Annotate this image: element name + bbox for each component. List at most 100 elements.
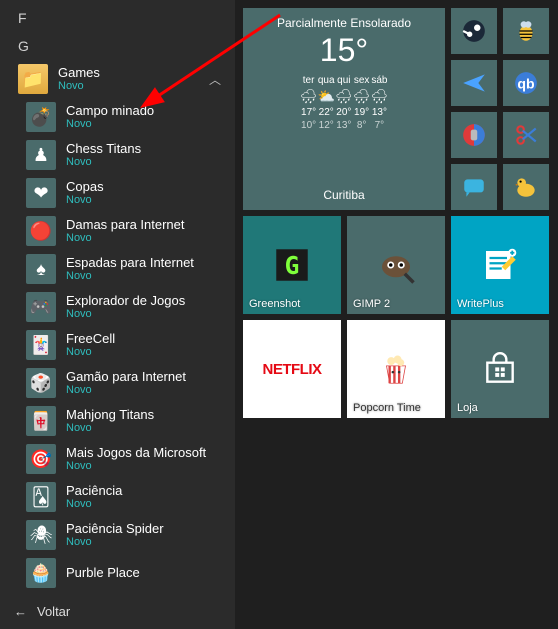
tile-plane[interactable] bbox=[451, 60, 497, 106]
weather-summary: Parcialmente Ensolarado bbox=[277, 16, 411, 30]
forecast-day: qui🌧20°13° bbox=[335, 75, 353, 131]
tile-snipping[interactable] bbox=[503, 112, 549, 158]
greenshot-icon: G bbox=[271, 244, 313, 286]
day-low: 7° bbox=[375, 120, 385, 131]
app-name: Paciência bbox=[66, 483, 122, 499]
app-name: Gamão para Internet bbox=[66, 369, 186, 385]
duck-icon bbox=[513, 174, 539, 200]
qbittorrent-icon: qb bbox=[513, 70, 539, 96]
back-button[interactable]: ← Voltar bbox=[0, 594, 235, 629]
app-name: Paciência Spider bbox=[66, 521, 164, 537]
netflix-logo: NETFLIX bbox=[263, 361, 322, 378]
app-item[interactable]: 🎮Explorador de JogosNovo bbox=[0, 288, 235, 326]
scissors-icon bbox=[513, 122, 539, 148]
app-item[interactable]: 🃏FreeCellNovo bbox=[0, 326, 235, 364]
chat-icon bbox=[461, 174, 487, 200]
svg-text:qb: qb bbox=[517, 75, 535, 91]
day-low: 12° bbox=[319, 120, 334, 131]
day-label: sáb bbox=[371, 75, 387, 86]
tile-duck[interactable] bbox=[503, 164, 549, 210]
app-icon: 🀄 bbox=[26, 406, 56, 436]
day-low: 8° bbox=[357, 120, 367, 131]
back-arrow-icon: ← bbox=[14, 604, 27, 619]
app-item[interactable]: ♟Chess TitansNovo bbox=[0, 136, 235, 174]
folder-icon: 📁 bbox=[18, 64, 48, 94]
tile-popcorn[interactable]: Popcorn Time bbox=[347, 320, 445, 418]
day-high: 19° bbox=[354, 107, 369, 118]
app-item[interactable]: 🧁Purble Place bbox=[0, 554, 235, 592]
tile-label: Loja bbox=[457, 402, 478, 414]
tile-qbittorrent[interactable]: qb bbox=[503, 60, 549, 106]
day-low: 10° bbox=[301, 120, 316, 131]
ccleaner-icon bbox=[461, 122, 487, 148]
tile-label: WritePlus bbox=[457, 298, 504, 310]
app-icon: 🎯 bbox=[26, 444, 56, 474]
day-high: 22° bbox=[319, 107, 334, 118]
bee-icon bbox=[513, 18, 539, 44]
forecast-day: qua⛅22°12° bbox=[318, 75, 335, 131]
forecast-day: sáb🌧13°7° bbox=[371, 75, 389, 131]
weather-icon: 🌧 bbox=[371, 88, 389, 105]
folder-sub: Novo bbox=[58, 80, 100, 93]
day-label: sex bbox=[354, 75, 370, 86]
app-name: Damas para Internet bbox=[66, 217, 185, 233]
tiles-area[interactable]: Parcialmente Ensolarado 15° ter🌧17°10°qu… bbox=[235, 0, 558, 629]
app-item[interactable]: 🎲Gamão para InternetNovo bbox=[0, 364, 235, 402]
app-item[interactable]: 🂡PaciênciaNovo bbox=[0, 478, 235, 516]
forecast-day: sex🌧19°8° bbox=[353, 75, 371, 131]
app-sub: Novo bbox=[66, 156, 141, 169]
app-icon: 🎲 bbox=[26, 368, 56, 398]
app-icon: 🕷 bbox=[26, 520, 56, 550]
app-sub: Novo bbox=[66, 308, 185, 321]
steam-icon bbox=[461, 18, 487, 44]
day-high: 20° bbox=[336, 107, 351, 118]
apps-list[interactable]: F G 📁 Games Novo ︿ 💣Campo minadoNovo♟Che… bbox=[0, 0, 235, 629]
app-sub: Novo bbox=[66, 118, 154, 131]
letter-header-f[interactable]: F bbox=[0, 4, 235, 32]
app-item[interactable]: 💣Campo minadoNovo bbox=[0, 98, 235, 136]
app-item[interactable]: 🕷Paciência SpiderNovo bbox=[0, 516, 235, 554]
tile-writeplus[interactable]: WritePlus bbox=[451, 216, 549, 314]
app-sub: Novo bbox=[66, 232, 185, 245]
writeplus-icon bbox=[479, 244, 521, 286]
folder-games[interactable]: 📁 Games Novo ︿ bbox=[0, 60, 235, 98]
app-name: Explorador de Jogos bbox=[66, 293, 185, 309]
app-icon: 🔴 bbox=[26, 216, 56, 246]
day-label: ter bbox=[303, 75, 315, 86]
weather-icon: 🌧 bbox=[335, 88, 353, 105]
app-item[interactable]: ♠Espadas para InternetNovo bbox=[0, 250, 235, 288]
tile-greenshot[interactable]: G Greenshot bbox=[243, 216, 341, 314]
tile-chat[interactable] bbox=[451, 164, 497, 210]
app-icon: ♠ bbox=[26, 254, 56, 284]
tile-ccleaner[interactable] bbox=[451, 112, 497, 158]
letter-header-g[interactable]: G bbox=[0, 32, 235, 60]
tile-store[interactable]: Loja bbox=[451, 320, 549, 418]
app-item[interactable]: 🔴 Damas para InternetNovo bbox=[0, 212, 235, 250]
app-name: Purble Place bbox=[66, 565, 140, 581]
app-sub: Novo bbox=[66, 460, 206, 473]
forecast-day: ter🌧17°10° bbox=[300, 75, 318, 131]
app-icon: ♟ bbox=[26, 140, 56, 170]
tile-label: Greenshot bbox=[249, 298, 300, 310]
app-item[interactable]: 🀄Mahjong TitansNovo bbox=[0, 402, 235, 440]
app-item[interactable]: ❤CopasNovo bbox=[0, 174, 235, 212]
day-high: 17° bbox=[301, 107, 316, 118]
app-icon: 🂡 bbox=[26, 482, 56, 512]
forecast-row: ter🌧17°10°qua⛅22°12°qui🌧20°13°sex🌧19°8°s… bbox=[300, 75, 389, 131]
weather-tile[interactable]: Parcialmente Ensolarado 15° ter🌧17°10°qu… bbox=[243, 8, 445, 210]
app-sub: Novo bbox=[66, 270, 194, 283]
small-tile-group-2 bbox=[451, 112, 549, 210]
app-name: Copas bbox=[66, 179, 104, 195]
tile-netflix[interactable]: NETFLIX bbox=[243, 320, 341, 418]
folder-name: Games bbox=[58, 65, 100, 81]
tile-steam[interactable] bbox=[451, 8, 497, 54]
chevron-up-icon: ︿ bbox=[209, 71, 221, 88]
tile-raidcall[interactable] bbox=[503, 8, 549, 54]
tile-gimp[interactable]: GIMP 2 bbox=[347, 216, 445, 314]
gimp-icon bbox=[375, 244, 417, 286]
app-item[interactable]: 🎯Mais Jogos da MicrosoftNovo bbox=[0, 440, 235, 478]
day-label: qui bbox=[337, 75, 350, 86]
plane-icon bbox=[461, 70, 487, 96]
svg-text:G: G bbox=[285, 251, 300, 280]
back-label: Voltar bbox=[37, 604, 70, 619]
